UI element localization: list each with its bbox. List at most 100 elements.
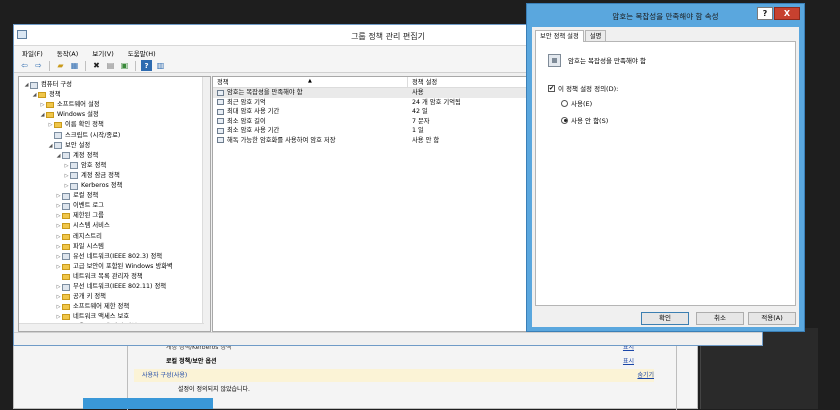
show-link[interactable]: 표시 [623, 355, 634, 368]
tree-item[interactable]: ▷ 소프트웨어 설정 [39, 100, 100, 110]
tree-item-label: 공개 키 정책 [73, 293, 106, 301]
expand-icon[interactable]: ▷ [55, 201, 62, 211]
expand-icon[interactable]: ▷ [55, 191, 62, 201]
tree-item[interactable]: ▷ 계정 잠금 정책 [63, 171, 120, 181]
expand-icon[interactable]: ▷ [55, 292, 62, 302]
menu-action[interactable]: 동작(A) [57, 48, 78, 58]
tree-item[interactable]: ▷ 파일 시스템 [55, 242, 104, 252]
expand-icon[interactable]: ▷ [55, 242, 62, 252]
policy-item-icon [217, 89, 224, 96]
tree-item[interactable]: ◢ 보안 설정 [47, 141, 90, 151]
tree-item[interactable]: ◢ 정책 [31, 90, 61, 100]
tree-item[interactable]: ▷ 제한된 그룹 [55, 211, 104, 221]
define-policy-checkbox[interactable]: ✔ 이 정책 설정 정의(D): [548, 83, 618, 93]
help-icon[interactable]: ? [141, 60, 152, 71]
expand-icon[interactable]: ▷ [55, 262, 62, 272]
tree-item[interactable]: ▷ Kerberos 정책 [63, 181, 122, 191]
tree-item[interactable]: ▷ 이벤트 로그 [55, 201, 104, 211]
tree-item-label: 로컬 정책 [73, 192, 99, 200]
tree-item[interactable]: ▷ 소프트웨어 제한 정책 [55, 302, 129, 312]
tree-item-label: 보안 설정 [65, 141, 91, 149]
policy-node-icon [70, 172, 78, 180]
collapse-icon[interactable]: ◢ [23, 80, 30, 90]
policy-label: 최소 암호 길이 [227, 117, 266, 125]
properties-icon[interactable]: ▤ [105, 60, 116, 71]
tree-item[interactable]: ▷ 시스템 서비스 [55, 221, 110, 231]
tree-item-label: 레지스트리 [73, 232, 102, 240]
folder-icon [46, 112, 54, 119]
tree-item[interactable]: 네트워크 목록 관리자 정책 [55, 272, 143, 282]
export-list-icon[interactable]: ▣ [119, 60, 130, 71]
setting-cell: 1 일 [412, 127, 424, 134]
expand-icon[interactable]: ▷ [55, 252, 62, 262]
expand-icon[interactable]: ▷ [55, 302, 62, 312]
tab-security-policy-setting[interactable]: 보안 정책 설정 [535, 30, 584, 42]
radio-disabled[interactable]: 사용 안 함(S) [561, 115, 608, 125]
tree-item[interactable]: ▷ 무선 네트워크(IEEE 802.11) 정책 [55, 282, 166, 292]
delete-icon[interactable]: ✖ [91, 60, 102, 71]
expand-icon[interactable]: ▷ [55, 232, 62, 242]
tree-item[interactable]: 스크립트 (시작/종료) [47, 131, 120, 141]
collapse-icon[interactable]: ◢ [47, 141, 54, 151]
cancel-button[interactable]: 취소 [696, 312, 744, 325]
policy-node-icon [70, 162, 78, 170]
up-folder-icon[interactable]: ▰ [55, 60, 66, 71]
policy-cell: 암호는 복잡성을 만족해야 함 [213, 88, 408, 98]
expand-icon[interactable]: ▷ [39, 100, 46, 110]
ok-button[interactable]: 확인 [641, 312, 689, 325]
expand-icon[interactable]: ▷ [55, 312, 62, 322]
radio-enabled[interactable]: 사용(E) [561, 98, 592, 108]
menu-help[interactable]: 도움말(H) [128, 48, 156, 58]
tree-vertical-scrollbar[interactable] [202, 77, 210, 331]
forward-arrow-icon[interactable]: ⇨ [33, 60, 44, 71]
folder-icon [62, 223, 70, 230]
radio-label: 사용(E) [571, 100, 593, 108]
policy-cell: 최소 암호 길이 [213, 117, 408, 127]
console-icon[interactable]: ▥ [155, 60, 166, 71]
policy-cell: 최소 암호 사용 기간 [213, 126, 408, 136]
apply-button[interactable]: 적용(A) [748, 312, 796, 325]
tree-item[interactable]: ◢ 컴퓨터 구성 [23, 80, 72, 90]
collapse-icon[interactable]: ◢ [39, 110, 46, 120]
tree-item[interactable]: ▷ 이름 확인 정책 [47, 120, 104, 130]
policy-item-icon [217, 127, 224, 134]
tree-item-label: 스크립트 (시작/종료) [65, 131, 121, 139]
tree-item[interactable]: ▷ 유선 네트워크(IEEE 802.3) 정책 [55, 252, 162, 262]
expand-icon[interactable]: ▷ [47, 120, 54, 130]
expand-icon[interactable]: ▷ [63, 171, 70, 181]
console-tree: ◢ 컴퓨터 구성 ◢ 정책 ▷ 소프트웨어 설정 ◢ Windows 설정 ▷ 이름 확인 정책 스… [18, 76, 211, 332]
column-header-policy[interactable]: 정책 ▲ [213, 77, 408, 87]
collapse-icon[interactable]: ◢ [55, 151, 62, 161]
help-button[interactable]: ? [757, 7, 773, 20]
setting-cell: 사용 안 함 [412, 136, 440, 144]
menu-file[interactable]: 파일(F) [22, 48, 43, 58]
tree-item[interactable]: ▷ 고급 보안이 포함된 Windows 방화벽 [55, 262, 173, 272]
tree-item[interactable]: ▷ 레지스트리 [55, 232, 102, 242]
collapse-icon[interactable]: ◢ [31, 90, 38, 100]
tree-horizontal-scrollbar[interactable] [19, 323, 204, 331]
tree-item[interactable]: ◢ Windows 설정 [39, 110, 99, 120]
tree-item-label: 계정 잠금 정책 [81, 171, 120, 179]
back-arrow-icon[interactable]: ⇦ [19, 60, 30, 71]
expand-icon[interactable]: ▷ [63, 161, 70, 171]
menu-view[interactable]: 보기(V) [92, 48, 113, 58]
tree-item[interactable]: ▷ 로컬 정책 [55, 191, 98, 201]
expand-icon[interactable]: ▷ [55, 282, 62, 292]
policy-cell: 최대 암호 사용 기간 [213, 107, 408, 117]
hide-link[interactable]: 숨기기 [637, 369, 654, 382]
report-row-label: 사용자 구성(사용) [142, 372, 188, 379]
show-tree-icon[interactable]: ▦ [69, 60, 80, 71]
expand-icon[interactable]: ▷ [63, 181, 70, 191]
tree-item[interactable]: ▷ 공개 키 정책 [55, 292, 106, 302]
policy-node-icon [70, 182, 78, 190]
tree-item[interactable]: ◢ 계정 정책 [55, 151, 98, 161]
column-header-setting[interactable]: 정책 설정 [408, 77, 437, 87]
expand-icon[interactable]: ▷ [55, 221, 62, 231]
setting-cell: 7 문자 [412, 117, 430, 125]
close-button[interactable]: X [774, 7, 800, 20]
expand-icon[interactable]: ▷ [55, 211, 62, 221]
tree-item[interactable]: ▷ 네트워크 액세스 보호 [55, 312, 129, 322]
tree-item[interactable]: ▷ 암호 정책 [63, 161, 106, 171]
dialog-titlebar[interactable]: 암호는 복잡성을 만족해야 함 속성 ? X [527, 4, 804, 26]
folder-icon [62, 273, 70, 280]
